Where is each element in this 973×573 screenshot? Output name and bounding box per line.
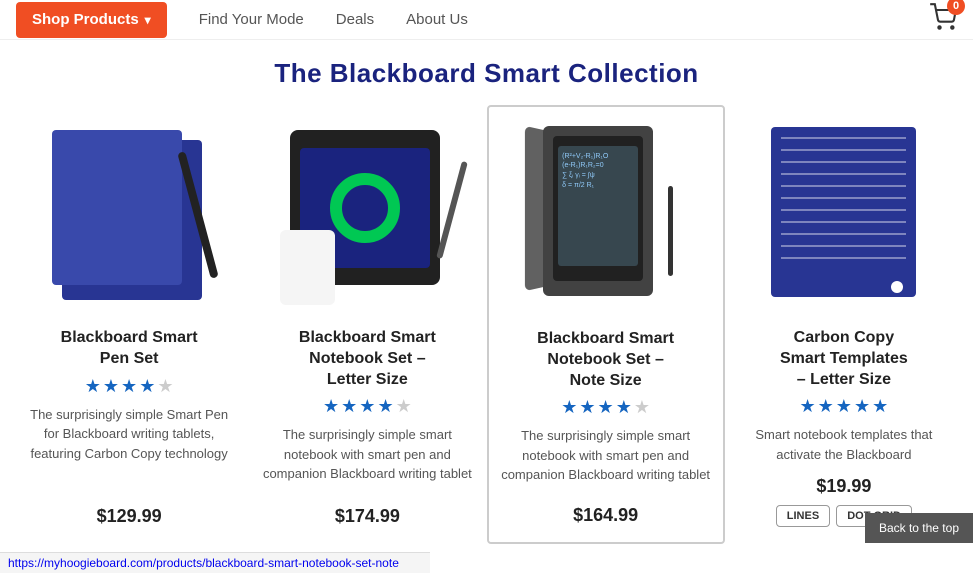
star-2: ★	[818, 396, 834, 417]
back-to-top-button[interactable]: Back to the top	[865, 513, 973, 543]
star-3: ★	[359, 396, 375, 417]
find-your-mode-link[interactable]: Find Your Mode	[199, 11, 304, 28]
product-name-carbon: Carbon CopySmart Templates– Letter Size	[780, 328, 908, 390]
product-desc-pen-set: The surprisingly simple Smart Pen for Bl…	[23, 405, 235, 464]
star-5: ★	[872, 396, 888, 417]
chevron-down-icon: ▾	[145, 13, 151, 27]
product-price-carbon: $19.99	[816, 476, 871, 497]
product-price-notebook-note: $164.99	[573, 505, 638, 526]
about-us-link[interactable]: About Us	[406, 11, 468, 28]
stars-notebook-note: ★ ★ ★ ★ ★	[561, 397, 650, 418]
product-image-notebook-note: (R²+V₂-R₁)R₁O(e-R₁)R₁R₂=0∑ ξᵢ γᵢ = ∫ψδ =…	[501, 123, 711, 313]
star-2: ★	[341, 396, 357, 417]
star-3: ★	[598, 397, 614, 418]
product-name-notebook-letter: Blackboard SmartNotebook Set –Letter Siz…	[299, 328, 436, 390]
cart-button[interactable]: 0	[929, 3, 957, 36]
star-4: ★	[377, 396, 393, 417]
navigation: Shop Products ▾ Find Your Mode Deals Abo…	[0, 0, 973, 40]
product-image-carbon	[738, 122, 950, 312]
star-2: ★	[579, 397, 595, 418]
shop-products-button[interactable]: Shop Products ▾	[16, 2, 167, 38]
product-desc-notebook-note: The surprisingly simple smart notebook w…	[501, 426, 711, 485]
stars-pen-set: ★ ★ ★ ★ ★	[85, 376, 174, 397]
product-card-notebook-letter[interactable]: Blackboard SmartNotebook Set –Letter Siz…	[248, 105, 486, 544]
cart-badge: 0	[947, 0, 965, 15]
star-5: ★	[157, 376, 173, 397]
star-2: ★	[103, 376, 119, 397]
star-1: ★	[323, 396, 339, 417]
variant-lines-button[interactable]: LINES	[776, 505, 830, 527]
star-1: ★	[85, 376, 101, 397]
deals-link[interactable]: Deals	[336, 11, 374, 28]
star-4: ★	[854, 396, 870, 417]
star-4: ★	[616, 397, 632, 418]
star-3: ★	[836, 396, 852, 417]
star-3: ★	[121, 376, 137, 397]
status-bar: https://myhoogieboard.com/products/black…	[0, 552, 430, 573]
product-desc-carbon: Smart notebook templates that activate t…	[738, 425, 950, 464]
product-image-notebook-letter	[261, 122, 473, 312]
star-5: ★	[634, 397, 650, 418]
product-card-notebook-note[interactable]: (R²+V₂-R₁)R₁O(e-R₁)R₁R₂=0∑ ξᵢ γᵢ = ∫ψδ =…	[487, 105, 725, 544]
stars-carbon: ★ ★ ★ ★ ★	[800, 396, 889, 417]
star-1: ★	[561, 397, 577, 418]
product-name-notebook-note: Blackboard SmartNotebook Set –Note Size	[537, 329, 674, 391]
star-5: ★	[396, 396, 412, 417]
nav-links: Find Your Mode Deals About Us	[199, 11, 468, 28]
product-grid: Blackboard SmartPen Set ★ ★ ★ ★ ★ The su…	[0, 105, 973, 544]
stars-notebook-letter: ★ ★ ★ ★ ★	[323, 396, 412, 417]
product-name-pen-set: Blackboard SmartPen Set	[61, 328, 198, 370]
star-4: ★	[139, 376, 155, 397]
hero-title: The Blackboard Smart Collection	[0, 40, 973, 97]
product-price-pen-set: $129.99	[97, 506, 162, 527]
product-price-notebook-letter: $174.99	[335, 506, 400, 527]
product-card-carbon[interactable]: Carbon CopySmart Templates– Letter Size …	[725, 105, 963, 544]
product-image-pen-set	[23, 122, 235, 312]
star-1: ★	[800, 396, 816, 417]
shop-products-label: Shop Products	[32, 11, 139, 28]
product-card-pen-set[interactable]: Blackboard SmartPen Set ★ ★ ★ ★ ★ The su…	[10, 105, 248, 544]
product-desc-notebook-letter: The surprisingly simple smart notebook w…	[261, 425, 473, 484]
